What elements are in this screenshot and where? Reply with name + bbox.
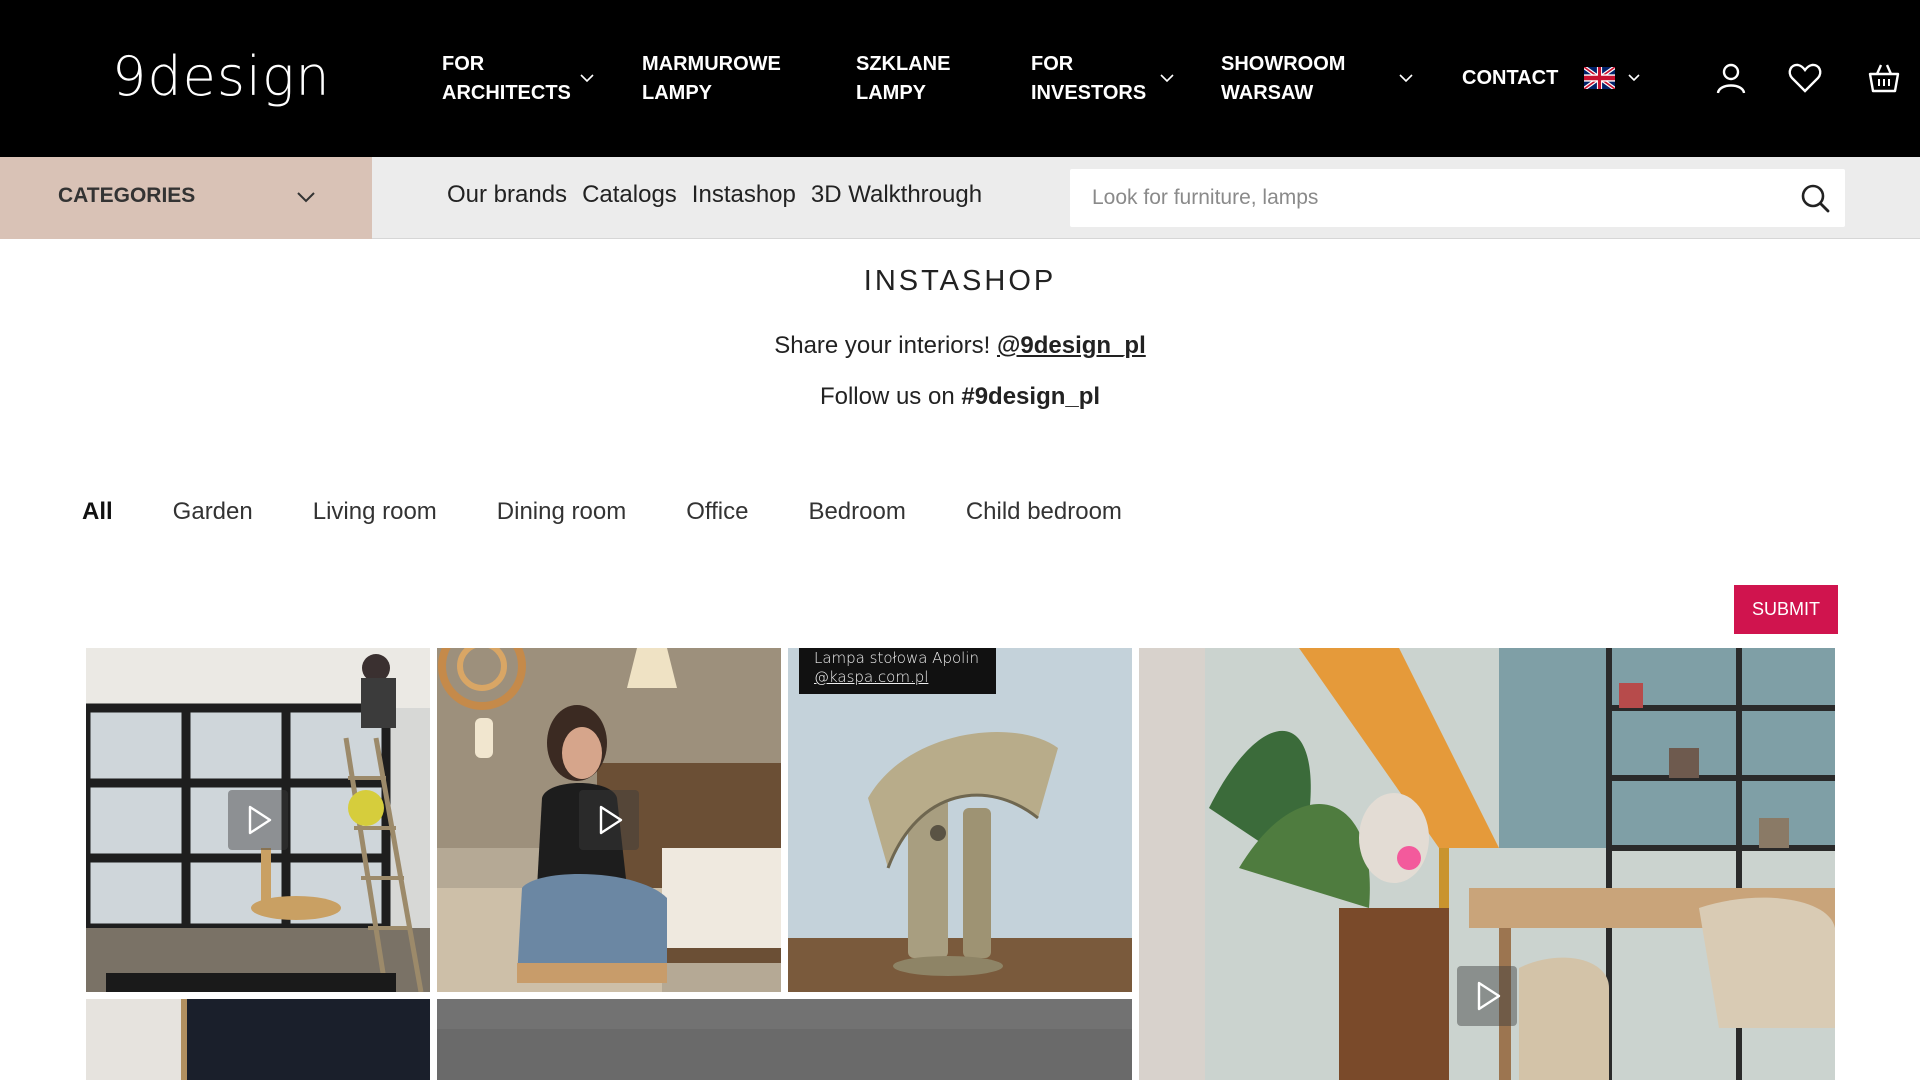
search-input[interactable] [1092,169,1752,227]
nav-for-architects[interactable]: FOR ARCHITECTS [442,50,592,108]
caption-line: Lampa stołowa Apolin [814,649,979,667]
chevron-down-icon[interactable] [1397,69,1415,87]
filter-garden[interactable]: Garden [173,498,253,526]
instagram-tile[interactable]: Lampa stołowa Apolin @kaspa.com.pl [788,648,1132,992]
top-header: 9design FOR ARCHITECTS MARMUROWE LAMPY S… [0,0,1920,157]
nav-label: SHOWROOM WARSAW [1221,53,1346,104]
follow-text: Follow us on [819,383,955,410]
filter-bedroom[interactable]: Bedroom [808,498,905,526]
nav-label: FOR INVESTORS [1031,53,1147,104]
nav-szklane-lampy[interactable]: SZKLANE LAMPY [856,50,956,108]
filter-dining-room[interactable]: Dining room [497,498,626,526]
tile-image-grey-wall [437,999,1132,1080]
secondary-links: Our brands Catalogs Instashop 3D Walkthr… [447,181,982,209]
share-text: Share your interiors! [774,332,991,359]
instagram-tile[interactable] [86,648,430,992]
nav-marmurowe-lampy[interactable]: MARMUROWE LAMPY [642,50,792,108]
follow-line: Follow us on #9design_pl [0,383,1920,411]
tile-caption: Lampa stołowa Apolin @kaspa.com.pl [799,648,996,694]
caption-handle[interactable]: @kaspa.com.pl [814,668,996,687]
search-icon[interactable] [1799,182,1831,214]
nav-label: FOR ARCHITECTS [442,53,571,104]
hashtag: #9design_pl [961,383,1101,410]
play-icon[interactable] [228,790,288,850]
nav-showroom-warsaw[interactable]: SHOWROOM WARSAW [1221,50,1371,108]
play-icon[interactable] [579,790,639,850]
basket-icon[interactable] [1866,60,1902,96]
tile-image-dark-interior [86,999,430,1080]
room-filter-tabs: All Garden Living room Dining room Offic… [82,498,1182,526]
chevron-down-icon [294,185,318,209]
instagram-tile[interactable] [437,999,1132,1080]
filter-child-bedroom[interactable]: Child bedroom [966,498,1122,526]
account-icon[interactable] [1713,60,1749,96]
submit-button[interactable]: SUBMIT [1734,585,1838,634]
chevron-down-icon[interactable] [1158,69,1176,87]
uk-flag-icon[interactable] [1583,65,1616,91]
nav-for-investors[interactable]: FOR INVESTORS [1031,50,1151,108]
share-line: Share your interiors! @9design_pl [0,332,1920,360]
secondary-nav-bar: CATEGORIES Our brands Catalogs Instashop… [0,157,1920,239]
nav-contact[interactable]: CONTACT [1462,64,1572,93]
link-our-brands[interactable]: Our brands [447,181,567,209]
logo[interactable]: 9design [112,42,331,112]
link-catalogs[interactable]: Catalogs [582,181,677,209]
categories-dropdown[interactable]: CATEGORIES [0,157,372,239]
instagram-handle-link[interactable]: @9design_pl [997,332,1146,359]
nav-label: SZKLANE LAMPY [856,53,951,104]
chevron-down-icon[interactable] [578,69,596,87]
filter-living-room[interactable]: Living room [313,498,437,526]
instagram-tile[interactable] [86,999,430,1080]
categories-label: CATEGORIES [58,184,196,207]
link-3d-walkthrough[interactable]: 3D Walkthrough [811,181,982,209]
tile-image-lamp-apolin [788,648,1132,992]
nav-label: CONTACT [1462,67,1559,89]
filter-office[interactable]: Office [686,498,748,526]
nav-label: MARMUROWE LAMPY [642,53,781,104]
page-title: INSTASHOP [863,265,1057,297]
link-instashop[interactable]: Instashop [692,181,796,209]
instagram-tile[interactable] [1139,648,1835,1080]
play-icon[interactable] [1457,966,1517,1026]
search-box [1070,169,1845,227]
language-chevron-icon[interactable] [1626,70,1642,86]
filter-all[interactable]: All [82,498,113,526]
heart-icon[interactable] [1787,60,1823,96]
instagram-tile[interactable] [437,648,781,992]
